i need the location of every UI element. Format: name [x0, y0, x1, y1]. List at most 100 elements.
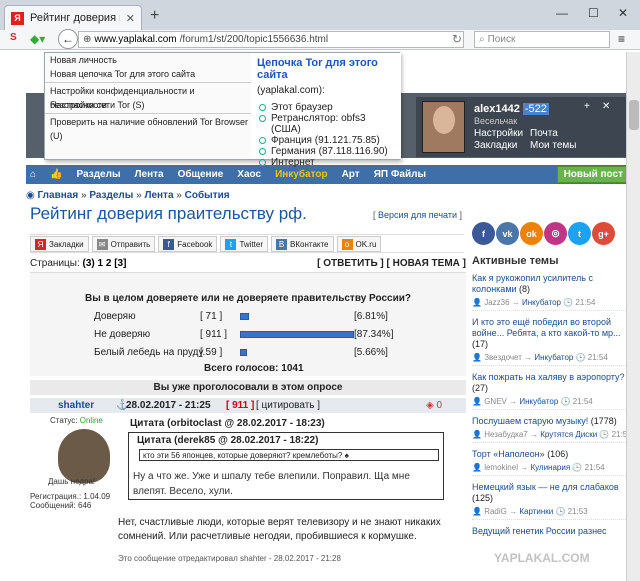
active-topic-item[interactable]: Ведущий генетик России разнес — [472, 526, 636, 537]
post-number[interactable]: [ 911 ] — [226, 398, 254, 413]
nav-art[interactable]: Арт — [342, 169, 360, 180]
logout-icon[interactable]: ✕ — [602, 101, 610, 112]
nav-incubator[interactable]: Инкубатор — [275, 169, 328, 180]
crumb-feed[interactable]: Лента — [144, 190, 173, 201]
print-version-link[interactable]: [ Версия для печати ] — [373, 210, 462, 220]
pagination[interactable]: Страницы: (3) 1 2 [3] — [30, 258, 126, 269]
bookmarks-share-button[interactable]: Я Закладки — [30, 236, 89, 252]
voted-message: Вы уже проголосовали в этом опросе — [30, 380, 466, 395]
crumb-sections[interactable]: Разделы — [89, 190, 133, 201]
active-topic-item[interactable]: И кто это ещё победил во второй войне...… — [472, 317, 636, 366]
new-post-button[interactable]: Новый пост — [556, 166, 630, 183]
nav-feed[interactable]: Лента — [135, 169, 164, 180]
address-bar[interactable]: ⊕ www.yaplakal.com/forum1/st/200/topic15… — [78, 31, 464, 48]
topic-count: (8) — [519, 284, 531, 294]
privacy-settings-item[interactable]: Настройки конфиденциальности и безопасно… — [45, 84, 251, 110]
instagram-icon[interactable]: ◎ — [544, 222, 567, 245]
send-share-button[interactable]: ✉ Отправить — [91, 236, 156, 252]
quote-block: Цитата (orbitoclast @ 28.02.2017 - 18:23… — [124, 418, 466, 508]
mail-link[interactable]: Почта — [530, 128, 558, 139]
topic-user[interactable]: Jazz36 — [484, 298, 509, 307]
ok-icon[interactable]: ok — [520, 222, 543, 245]
like-icon[interactable]: 👍 — [50, 169, 62, 180]
reply-new-topic-links[interactable]: [ ОТВЕТИТЬ ] [ НОВАЯ ТЕМА ] — [317, 258, 466, 269]
settings-link[interactable]: Настройки — [474, 128, 523, 139]
topic-user[interactable]: Звездочет — [484, 353, 522, 362]
topic-user[interactable]: Незабудка7 — [484, 430, 528, 439]
twitter-icon[interactable]: t — [568, 222, 591, 245]
check-updates-item[interactable]: Проверить на наличие обновлений Tor Brow… — [45, 115, 251, 141]
topic-link[interactable]: Торт «Наполеон» — [472, 449, 545, 459]
username[interactable]: alex1442 -522 — [474, 103, 549, 115]
close-window-icon[interactable]: ✕ — [618, 6, 628, 20]
s-icon[interactable]: S — [10, 32, 17, 43]
active-topic-item[interactable]: Как пожрать на халяву в аэропорту? (27) 👤… — [472, 372, 636, 410]
topic-link[interactable]: Немецкий язык — не для слабаков — [472, 482, 619, 492]
tor-onion-icon[interactable]: ◆▾ — [30, 32, 45, 46]
topic-category[interactable]: Кулинария — [530, 463, 570, 472]
reputation-badge: -522 — [522, 103, 549, 115]
nav-sections[interactable]: Разделы — [77, 169, 121, 180]
crumb-events[interactable]: События — [185, 190, 230, 201]
topic-category[interactable]: Инкубатор — [522, 298, 561, 307]
search-icon: ⌕ — [479, 34, 485, 45]
plus-icon[interactable]: + — [584, 101, 590, 112]
back-button[interactable]: ← — [58, 29, 78, 49]
post-author[interactable]: shahter — [58, 398, 94, 413]
browser-tab[interactable]: Я Рейтинг доверия правител... ✕ — [4, 5, 142, 30]
new-tab-button[interactable]: + — [150, 7, 159, 25]
topic-category[interactable]: Картинки — [519, 507, 553, 516]
active-topic-item[interactable]: Немецкий язык — не для слабаков (125) 👤 R… — [472, 482, 636, 520]
nav-talk[interactable]: Общение — [178, 169, 224, 180]
topic-user[interactable]: RadiG — [484, 507, 507, 516]
scrollbar-thumb[interactable] — [629, 100, 639, 130]
topic-meta: 👤 Звездочет → Инкубатор 🕒 21:54 — [472, 352, 636, 366]
active-topic-item[interactable]: Как я рукожопил усилитель с колонками (8… — [472, 273, 636, 311]
google-plus-icon[interactable]: g+ — [592, 222, 615, 245]
reload-icon[interactable]: ↻ — [452, 32, 462, 46]
topic-category[interactable]: Инкубатор — [519, 397, 558, 406]
topic-link[interactable]: И кто это ещё победил во второй войне...… — [472, 317, 621, 338]
network-settings-item[interactable]: Настройки сети Tor (S) — [45, 98, 251, 112]
topic-meta: 👤 RadiG → Картинки 🕒 21:53 — [472, 506, 636, 520]
nav-files[interactable]: ЯП Файлы — [374, 169, 426, 180]
poll-question: Вы в целом доверяете или не доверяете пр… — [85, 293, 411, 304]
crumb-home[interactable]: Главная — [38, 190, 79, 201]
topic-link[interactable]: Послушаем старую музыку! — [472, 416, 588, 426]
facebook-share-button[interactable]: f Facebook — [158, 236, 218, 252]
avatar[interactable] — [422, 101, 465, 153]
home-icon[interactable]: ⌂ — [30, 169, 36, 180]
rating-icon[interactable]: ◈ 0 — [426, 398, 442, 413]
twitter-share-button[interactable]: t Twitter — [220, 236, 268, 252]
topic-meta: 👤 Jazz36 → Инкубатор 🕒 21:54 — [472, 297, 636, 311]
circuit-node: Франция (91.121.75.85) — [257, 135, 395, 146]
topic-user[interactable]: GNEV — [484, 397, 507, 406]
bookmarks-link[interactable]: Закладки — [474, 140, 517, 151]
my-topics-link[interactable]: Мои темы — [530, 140, 576, 151]
scrollbar[interactable] — [626, 52, 640, 581]
topic-category[interactable]: Крутятся Диски — [540, 430, 597, 439]
nav-chaos[interactable]: Хаос — [237, 169, 261, 180]
vk-share-button[interactable]: B ВКонтакте — [271, 236, 334, 252]
topic-user[interactable]: lemokinel — [484, 463, 518, 472]
ok-share-button[interactable]: o OK.ru — [336, 236, 382, 252]
close-tab-icon[interactable]: ✕ — [126, 12, 135, 25]
facebook-icon[interactable]: f — [472, 222, 495, 245]
topic-link[interactable]: Ведущий генетик России разнес — [472, 526, 607, 536]
topic-link[interactable]: Как я рукожопил усилитель с колонками — [472, 273, 593, 294]
topic-count: (106) — [547, 449, 569, 459]
menu-icon[interactable]: ≡ — [618, 32, 625, 46]
active-topic-item[interactable]: Послушаем старую музыку! (1778) 👤 Незабуд… — [472, 416, 636, 443]
tor-circuit-panel: Цепочка Tor для этого сайта (yaplakal.co… — [251, 53, 401, 168]
new-circuit-item[interactable]: Новая цепочка Tor для этого сайта — [45, 67, 251, 81]
active-topic-item[interactable]: Торт «Наполеон» (106) 👤 lemokinel → Кулин… — [472, 449, 636, 476]
vk-icon[interactable]: vk — [496, 222, 519, 245]
minimize-icon[interactable]: — — [556, 6, 568, 20]
maximize-icon[interactable]: ☐ — [588, 6, 599, 20]
new-identity-item[interactable]: Новая личность — [45, 53, 251, 67]
quote-button[interactable]: [ цитировать ] — [256, 398, 320, 413]
topic-link[interactable]: Как пожрать на халяву в аэропорту? — [472, 372, 625, 382]
circuit-host: (yaplakal.com): — [257, 85, 325, 96]
search-input[interactable]: ⌕ Поиск — [474, 31, 610, 48]
topic-category[interactable]: Инкубатор — [534, 353, 573, 362]
